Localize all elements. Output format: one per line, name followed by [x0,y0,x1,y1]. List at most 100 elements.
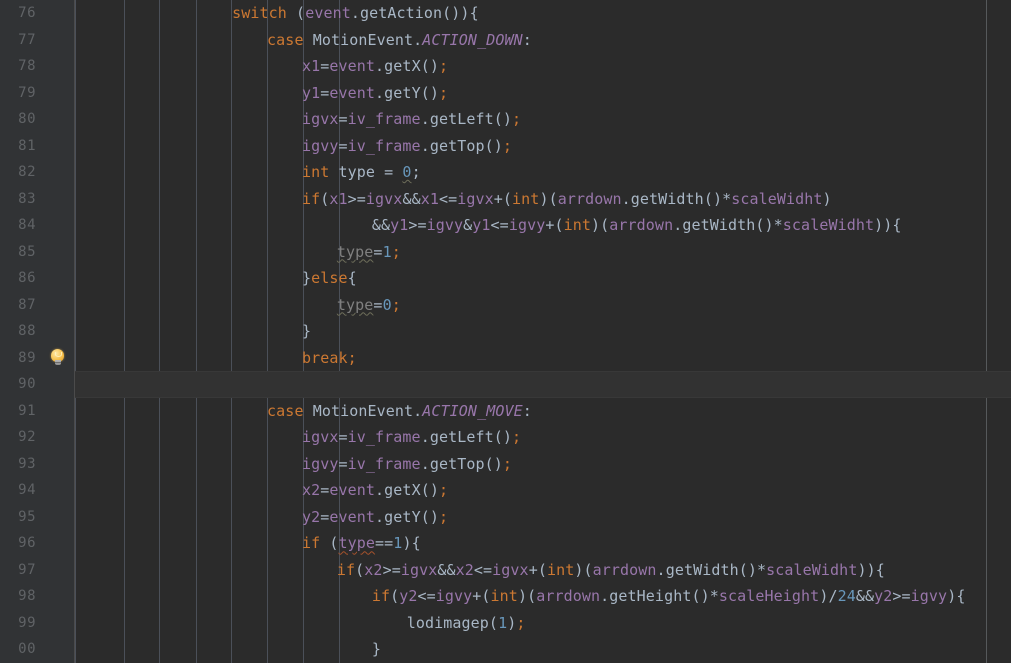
code-line[interactable]: if(x2>=igvx&&x2<=igvx+(int)(arrdown.getW… [75,557,1011,584]
gutter-slot [40,477,75,504]
line-number: 78 [18,58,36,75]
code-token: scaleWidht [766,560,858,579]
code-line[interactable]: if (type==1){ [75,530,1011,557]
code-token: y1 [472,216,491,235]
code-token: arrdown [536,587,601,606]
code-token: ( [320,534,339,553]
code-line[interactable]: igvy=iv_frame.getTop(); [75,451,1011,478]
code-line-text: if(y2<=igvy+(int)(arrdown.getHeight()*sc… [372,583,966,610]
line-number: 91 [18,402,36,419]
line-number: 84 [18,217,36,234]
code-token: ; [391,295,401,314]
code-lines[interactable]: switch (event.getAction()){case MotionEv… [75,0,1011,663]
line-number: 82 [18,164,36,181]
code-token: event [329,481,376,500]
code-token: if [336,560,356,579]
code-token: () [484,454,503,473]
gutter-slot [40,530,75,557]
code-token: getTop [429,454,485,473]
code-token: y1 [390,216,409,235]
code-line[interactable]: if(x1>=igvx&&x1<=igvx+(int)(arrdown.getW… [75,186,1011,213]
code-line[interactable]: type=0; [75,292,1011,319]
code-token: = [320,83,330,102]
code-token: . [600,587,610,606]
code-line-text: } [372,636,381,663]
code-line[interactable]: &&y1>=igvy&y1<=igvy+(int)(arrdown.getWid… [75,212,1011,239]
code-line[interactable]: }else{ [75,265,1011,292]
line-number: 88 [18,323,36,340]
gutter-slot [40,0,75,27]
code-line[interactable]: } [75,636,1011,663]
gutter-slot [40,186,75,213]
gutter-slot [40,106,75,133]
code-line[interactable]: int type = 0; [75,159,1011,186]
code-line[interactable]: } [75,318,1011,345]
line-number-column: 76 77 78 79 80 81 82 83 84 85 86 87 88 89 90 91 92 93 94 95… [0,0,40,663]
code-token: )){ [874,216,902,235]
code-line[interactable]: break; [75,345,1011,372]
code-token: >= [892,587,911,606]
code-token: y2 [874,587,893,606]
code-line[interactable]: if(y2<=igvy+(int)(arrdown.getHeight()*sc… [75,583,1011,610]
gutter-slot [40,504,75,531]
code-line-text: if (type==1){ [302,530,421,557]
code-token: event [305,4,351,22]
gutter-slot [40,133,75,160]
code-token: ; [438,481,449,500]
code-token: ()* [691,587,719,606]
code-line-text: case MotionEvent.ACTION_MOVE: [267,398,532,425]
code-line[interactable]: case MotionEvent.ACTION_MOVE: [75,398,1011,425]
code-token: >= [382,560,401,579]
code-token: igvy [508,216,546,235]
code-token: iv_frame [347,110,421,129]
code-token: } [301,322,312,341]
code-line[interactable]: case MotionEvent.ACTION_DOWN: [75,27,1011,54]
code-token: = [338,428,348,447]
line-number: 77 [18,31,36,48]
code-token: igvx [301,428,339,447]
line-number: 87 [18,296,36,313]
code-line[interactable]: type=1; [75,239,1011,266]
code-token: event [329,507,376,526]
code-token: getWidth [630,189,704,208]
code-line[interactable]: y2=event.getY(); [75,504,1011,531]
code-token: ; [438,57,449,76]
code-editor[interactable]: 76 77 78 79 80 81 82 83 84 85 86 87 88 89 90 91 92 93 94 95… [0,0,1011,663]
code-token: ; [438,507,449,526]
gutter-slot [40,398,75,425]
code-token: event [329,83,376,102]
code-line-text: break; [302,345,357,372]
code-token: iv_frame [347,136,421,155]
code-token: . [375,83,385,102]
code-line[interactable]: switch (event.getAction()){ [75,0,1011,27]
code-token: iv_frame [347,454,421,473]
code-token: . [621,189,631,208]
code-line-text: igvx=iv_frame.getLeft(); [302,106,521,133]
code-line-current[interactable] [75,371,1011,398]
code-line[interactable]: x1=event.getX(); [75,53,1011,80]
editor-gutter[interactable]: 76 77 78 79 80 81 82 83 84 85 86 87 88 89 90 91 92 93 94 95… [0,0,75,663]
code-line[interactable]: x2=event.getX(); [75,477,1011,504]
lightbulb-glyph [51,348,64,366]
line-number: 97 [18,561,36,578]
code-token: MotionEvent. [303,401,423,420]
code-line[interactable]: igvx=iv_frame.getLeft(); [75,106,1011,133]
code-token: && [855,587,875,606]
code-line[interactable]: y1=event.getY(); [75,80,1011,107]
code-line[interactable]: igvy=iv_frame.getTop(); [75,133,1011,160]
code-line-text: igvy=iv_frame.getTop(); [302,451,512,478]
code-text-area[interactable]: switch (event.getAction()){case MotionEv… [75,0,1011,663]
code-token: = [373,295,383,314]
code-line[interactable]: igvx=iv_frame.getLeft(); [75,424,1011,451]
code-line[interactable]: lodimagep(1); [75,610,1011,637]
code-token: 1 [382,242,392,261]
code-token: if [301,189,321,208]
intention-bulb-icon[interactable] [40,345,75,372]
code-token: else [311,269,348,288]
gutter-icon-column[interactable] [40,0,75,663]
gutter-slot [40,318,75,345]
code-token: = [373,242,383,261]
code-token: () [420,507,439,526]
line-number: 80 [18,111,36,128]
code-token: } [301,269,312,288]
